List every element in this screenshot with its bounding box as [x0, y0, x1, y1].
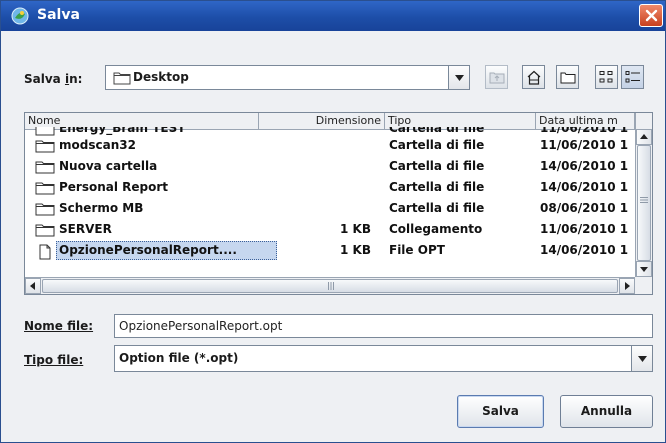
scroll-up-button[interactable]: [636, 129, 652, 145]
chevron-down-icon: [455, 74, 464, 81]
file-rows: Energy_Brain TEST Cartella di file 11/06…: [25, 127, 635, 277]
horizontal-scroll-thumb[interactable]: [42, 279, 618, 293]
table-row[interactable]: Schermo MB Cartella di file 08/06/2010 1: [25, 198, 635, 219]
file-name: Schermo MB: [59, 201, 144, 215]
list-view-icon: [599, 71, 613, 83]
arrow-right-icon: [625, 282, 630, 290]
window-title: Salva: [37, 7, 80, 23]
folder-icon: [35, 182, 55, 195]
file-name: SERVER: [59, 222, 112, 236]
vertical-scroll-thumb[interactable]: [637, 145, 651, 261]
file-date: 14/06/2010 1: [540, 243, 629, 257]
file-icon: [39, 244, 51, 260]
file-type: Cartella di file: [389, 159, 485, 173]
file-list[interactable]: Nome Dimensione Tipo Data ultima m Energ…: [24, 112, 653, 295]
file-date: 11/06/2010 1: [540, 222, 629, 236]
scrollbar-corner: [635, 277, 652, 294]
filetype-combobox[interactable]: Option file (*.opt): [114, 345, 653, 372]
grip-icon: [328, 282, 334, 290]
file-date: 14/06/2010 1: [540, 159, 629, 173]
file-size: [259, 156, 371, 177]
table-row[interactable]: Personal Report Cartella di file 14/06/2…: [25, 177, 635, 198]
table-row[interactable]: SERVER 1 KB Collegamento 11/06/2010 1: [25, 219, 635, 240]
java-app-icon: [11, 7, 29, 25]
cancel-button[interactable]: Annulla: [560, 395, 653, 428]
title-bar[interactable]: Salva: [1, 1, 665, 31]
chevron-down-icon: [638, 355, 647, 362]
home-icon: [527, 70, 541, 85]
folder-up-icon: [489, 72, 505, 84]
new-folder-icon: [560, 72, 576, 84]
file-type: Cartella di file: [389, 201, 485, 215]
save-in-label: Salva in:: [24, 72, 83, 86]
file-size: 1 KB: [340, 243, 371, 257]
folder-shortcut-icon: [35, 224, 55, 237]
table-row[interactable]: Nuova cartella Cartella di file 14/06/20…: [25, 156, 635, 177]
save-in-value: Desktop: [133, 70, 189, 84]
folder-icon: [35, 161, 55, 174]
file-name: Nuova cartella: [59, 159, 158, 173]
table-row-selected[interactable]: OpzionePersonalReport.... 1 KB File OPT …: [25, 240, 635, 261]
file-size: [259, 135, 371, 156]
scroll-down-button[interactable]: [636, 261, 652, 277]
new-folder-button[interactable]: [556, 65, 579, 89]
close-button[interactable]: [639, 4, 663, 27]
folder-icon: [113, 72, 131, 85]
file-size: [259, 177, 371, 198]
file-size: [259, 198, 371, 219]
details-view-button[interactable]: [621, 65, 644, 89]
table-row[interactable]: modscan32 Cartella di file 11/06/2010 1: [25, 135, 635, 156]
filename-input[interactable]: [119, 316, 639, 336]
file-type: File OPT: [389, 243, 445, 257]
file-date: 11/06/2010 1: [540, 138, 629, 152]
file-type: Cartella di file: [389, 180, 485, 194]
scroll-left-button[interactable]: [25, 278, 41, 294]
save-in-dropdown-arrow[interactable]: [448, 66, 469, 89]
arrow-down-icon: [640, 267, 648, 272]
horizontal-scrollbar[interactable]: [25, 277, 635, 294]
folder-icon: [35, 203, 55, 216]
file-name: modscan32: [59, 138, 136, 152]
scroll-right-button[interactable]: [619, 278, 635, 294]
close-icon: [645, 9, 658, 22]
filename-label: Nome file:: [24, 319, 94, 333]
folder-icon: [35, 140, 55, 153]
list-view-button[interactable]: [595, 65, 618, 89]
filetype-value: Option file (*.opt): [119, 351, 239, 365]
filename-field[interactable]: [114, 314, 653, 338]
up-one-level-button[interactable]: [485, 65, 508, 89]
vertical-scrollbar[interactable]: [635, 113, 652, 277]
arrow-left-icon: [30, 282, 35, 290]
save-dialog: Salva Salva in: Desktop Nome Dimensione …: [0, 0, 666, 443]
file-name: Personal Report: [59, 180, 169, 194]
home-button[interactable]: [522, 65, 545, 89]
file-type: Collegamento: [389, 222, 483, 236]
file-name: OpzionePersonalReport....: [59, 243, 237, 257]
file-type: Cartella di file: [389, 138, 485, 152]
save-in-combobox[interactable]: Desktop: [105, 65, 470, 90]
grip-icon: [640, 197, 648, 203]
filetype-dropdown-arrow[interactable]: [631, 346, 652, 371]
file-date: 08/06/2010 1: [540, 201, 629, 215]
file-size: 1 KB: [340, 222, 371, 236]
filetype-label: Tipo file:: [24, 353, 84, 367]
arrow-up-icon: [640, 134, 648, 139]
save-button[interactable]: Salva: [457, 395, 544, 428]
details-view-icon: [625, 71, 640, 83]
file-date: 14/06/2010 1: [540, 180, 629, 194]
